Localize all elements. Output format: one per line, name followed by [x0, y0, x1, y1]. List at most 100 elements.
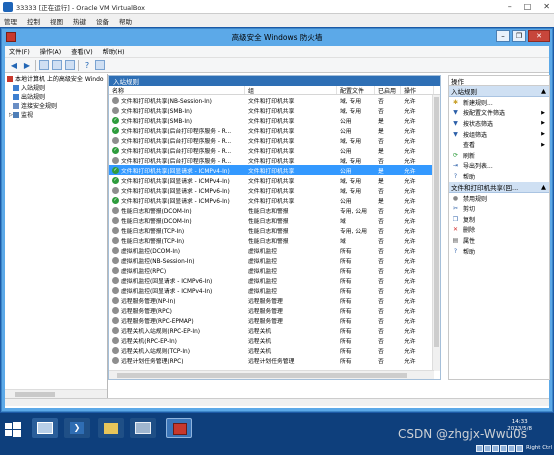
filter-icon: ▼ — [453, 130, 458, 138]
help-icon[interactable]: ? — [82, 60, 92, 70]
table-row[interactable]: 性能日志和警报(TCP-In) 性能日志和警报 专用, 公用 否 允许 — [109, 225, 434, 235]
action-item[interactable]: ▤ 属性 — [449, 235, 549, 246]
action-item[interactable]: ❐ 复制 — [449, 214, 549, 225]
main-menu-item[interactable]: 查看(V) — [71, 47, 92, 56]
tree-item-inbound-rules[interactable]: 入站规则 — [5, 83, 107, 92]
column-header-action[interactable]: 操作 — [401, 86, 434, 95]
rules-panel: 入站规则 名称 组 配置文件 已启用 操作 文件和打印机共享(NB-Sessio… — [108, 75, 441, 380]
table-row[interactable]: 虚拟机监控(回显请求 - ICMPv6-In) 虚拟机监控 所有 否 允许 — [109, 275, 434, 285]
action-item[interactable]: ● 禁用规则 — [449, 193, 549, 204]
show-hide-tree-icon[interactable] — [52, 60, 62, 70]
table-row[interactable]: 虚拟机监控(回显请求 - ICMPv4-In) 虚拟机监控 所有 否 允许 — [109, 285, 434, 295]
scroll-thumb[interactable] — [15, 392, 55, 397]
table-row[interactable]: 虚拟机监控(NB-Session-In) 虚拟机监控 所有 否 允许 — [109, 255, 434, 265]
virtualbox-menu-item[interactable]: 视图 — [50, 16, 63, 26]
action-item[interactable]: ▼ 按组筛选 ▶ — [449, 129, 549, 140]
export-list-icon[interactable] — [65, 60, 75, 70]
action-item[interactable]: ▼ 按状态筛选 ▶ — [449, 118, 549, 129]
rules-vertical-scrollbar[interactable] — [432, 95, 440, 371]
actions-section-inbound[interactable]: 入站规则 ▲ — [449, 86, 549, 97]
table-row[interactable]: ✓ 文件和打印机共享(回显请求 - ICMPv6-In) 文件和打印机共享 公用是允许 — [109, 195, 434, 205]
action-item[interactable]: ▼ 按配置文件筛选 ▶ — [449, 108, 549, 119]
export-icon: ⇥ — [452, 162, 459, 170]
virtualbox-menu-item[interactable]: 控制 — [27, 16, 40, 26]
action-item[interactable]: ✂ 剪切 — [449, 203, 549, 214]
action-item[interactable]: ✱ 新建规则... — [449, 97, 549, 108]
virtualbox-menu-item[interactable]: 帮助 — [119, 16, 132, 26]
taskbar-explorer[interactable] — [98, 418, 124, 438]
table-row[interactable]: 文件和打印机共享(后台打印程序服务 - R... 文件和打印机共享 域, 专用 否 允许 — [109, 155, 434, 165]
main-menu-item[interactable]: 文件(F) — [9, 47, 30, 56]
table-row[interactable]: 远程关机(RPC-EP-In) 远程关机 所有 否 允许 — [109, 335, 434, 345]
table-row[interactable]: 远程服务管理(RPC-EPMAP) 远程服务管理 所有 否 允许 — [109, 315, 434, 325]
tree-item-monitoring[interactable]: ▷ 监视 — [5, 110, 107, 119]
collapse-icon[interactable]: ▲ — [541, 183, 546, 191]
table-row[interactable]: 远程计划任务管理(RPC) 远程计划任务管理 所有 否 允许 — [109, 355, 434, 365]
tree-item-connection-security[interactable]: 连接安全规则 — [5, 101, 107, 110]
table-row[interactable]: 虚拟机监控(RPC) 虚拟机监控 所有 否 允许 — [109, 265, 434, 275]
maximize-button[interactable]: □ — [524, 2, 532, 11]
action-item[interactable]: ⟳ 刷新 — [449, 150, 549, 161]
scroll-thumb[interactable] — [434, 97, 439, 347]
table-row[interactable]: 远程关机入站规则(RPC-EP-In) 远程关机 所有 否 允许 — [109, 325, 434, 335]
tree-horizontal-scrollbar[interactable] — [5, 389, 107, 398]
taskbar-network[interactable] — [130, 418, 156, 438]
restore-button[interactable]: ❐ — [512, 30, 526, 42]
table-row[interactable]: ✓ 文件和打印机共享(后台打印程序服务 - R... 文件和打印机共享 公用是允许 — [109, 125, 434, 135]
action-item[interactable]: ✕ 删除 — [449, 225, 549, 236]
start-button[interactable] — [4, 421, 22, 439]
table-row[interactable]: 文件和打印机共享(SMB-In) 文件和打印机共享 域, 专用 否 允许 — [109, 105, 434, 115]
collapse-icon[interactable]: ▲ — [541, 87, 546, 95]
virtualbox-menu-item[interactable]: 管理 — [4, 16, 17, 26]
optical-drive-icon[interactable] — [483, 445, 491, 452]
taskbar-server-manager[interactable] — [32, 418, 58, 438]
table-row[interactable]: ✓ 文件和打印机共享(回显请求 - ICMPv4-In) 文件和打印机共享 公用是允许 — [109, 165, 434, 175]
hdd-icon[interactable] — [475, 445, 483, 452]
usb-icon[interactable] — [491, 445, 499, 452]
display-icon[interactable] — [507, 445, 515, 452]
action-label: 复制 — [463, 216, 476, 224]
taskbar-firewall[interactable] — [166, 418, 192, 438]
up-folder-icon[interactable] — [39, 60, 49, 70]
rules-horizontal-scrollbar[interactable] — [109, 370, 434, 379]
table-row[interactable]: 虚拟机监控(DCOM-In) 虚拟机监控 所有 否 允许 — [109, 245, 434, 255]
actions-section-selected-rule[interactable]: 文件和打印机共享(回... ▲ — [449, 181, 549, 193]
table-row[interactable]: 文件和打印机共享(后台打印程序服务 - R... 文件和打印机共享 域, 专用 否 允许 — [109, 135, 434, 145]
minimize-button[interactable]: – — [496, 30, 510, 42]
action-item[interactable]: ? 帮助 — [449, 246, 549, 257]
main-menu-item[interactable]: 操作(A) — [40, 47, 61, 56]
table-row[interactable]: 文件和打印机共享(回显请求 - ICMPv6-In) 文件和打印机共享 域, 专用 否… — [109, 185, 434, 195]
forward-icon[interactable]: ▶ — [22, 60, 32, 70]
scroll-thumb[interactable] — [117, 373, 407, 378]
minimize-button[interactable]: – — [508, 2, 512, 11]
taskbar-powershell[interactable]: ❯ — [64, 418, 90, 438]
column-header-profile[interactable]: 配置文件 — [337, 86, 375, 95]
table-row[interactable]: ✓ 文件和打印机共享(后台打印程序服务 - R... 文件和打印机共享 公用是允许 — [109, 145, 434, 155]
table-row[interactable]: 性能日志和警报(DCOM-In) 性能日志和警报 域 否 允许 — [109, 215, 434, 225]
tree-item-outbound-rules[interactable]: 出站规则 — [5, 92, 107, 101]
virtualbox-menu-item[interactable]: 热键 — [73, 16, 86, 26]
column-header-group[interactable]: 组 — [245, 86, 337, 94]
action-item[interactable]: ⇥ 导出列表... — [449, 161, 549, 172]
table-row[interactable]: 远程服务管理(RPC) 远程服务管理 所有 否 允许 — [109, 305, 434, 315]
network-adapter-icon[interactable] — [515, 445, 523, 452]
action-item[interactable]: ? 帮助 — [449, 171, 549, 182]
column-header-name[interactable]: 名称 — [109, 86, 245, 94]
show-hide-action-pane-icon[interactable] — [95, 60, 105, 70]
table-row[interactable]: 文件和打印机共享(NB-Session-In) 文件和打印机共享 域, 专用 否 允许 — [109, 95, 434, 105]
close-button[interactable]: ✕ — [528, 30, 550, 42]
table-row[interactable]: 性能日志和警报(TCP-In) 性能日志和警报 域 否 允许 — [109, 235, 434, 245]
table-row[interactable]: 远程服务管理(NP-In) 远程服务管理 所有 否 允许 — [109, 295, 434, 305]
table-row[interactable]: ✓ 文件和打印机共享(SMB-In) 文件和打印机共享 公用是允许 — [109, 115, 434, 125]
table-row[interactable]: 性能日志和警报(DCOM-In) 性能日志和警报 专用, 公用 否 允许 — [109, 205, 434, 215]
virtualbox-menu-item[interactable]: 设备 — [96, 16, 109, 26]
table-row[interactable]: ✓ 文件和打印机共享(回显请求 - ICMPv4-In) 文件和打印机共享 域, 专用… — [109, 175, 434, 185]
shared-folder-icon[interactable] — [499, 445, 507, 452]
action-item[interactable]: 查看 ▶ — [449, 139, 549, 150]
main-menu-item[interactable]: 帮助(H) — [103, 47, 125, 56]
table-row[interactable]: 远程关机入站规则(TCP-In) 远程关机 所有 否 允许 — [109, 345, 434, 355]
column-header-enabled[interactable]: 已启用 — [375, 86, 401, 95]
tree-root[interactable]: 本地计算机 上的高级安全 Windo — [5, 74, 107, 83]
back-icon[interactable]: ◀ — [9, 60, 19, 70]
close-button[interactable]: ✕ — [543, 2, 550, 11]
